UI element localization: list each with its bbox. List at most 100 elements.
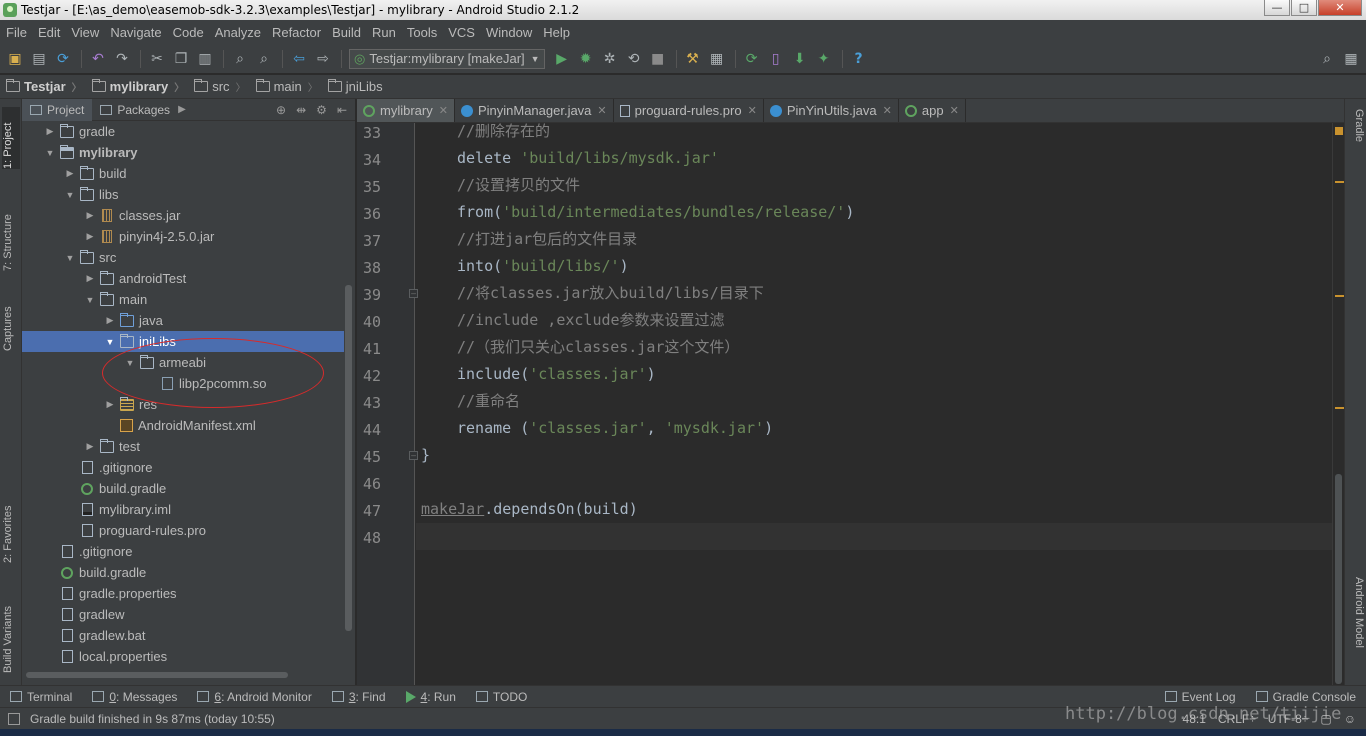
stop-icon[interactable]: ■ bbox=[647, 48, 669, 70]
save-icon[interactable]: ▤ bbox=[28, 48, 50, 70]
menu-window[interactable]: Window bbox=[480, 25, 537, 40]
tree-item-armeabi[interactable]: ▼ armeabi bbox=[22, 352, 344, 373]
search-icon[interactable]: ⌕ bbox=[1316, 48, 1338, 70]
captures-tool-tab[interactable]: Captures bbox=[2, 291, 20, 351]
bottom-tool-todo[interactable]: TODO bbox=[466, 690, 537, 704]
run-configuration-select[interactable]: ◎ Testjar:mylibrary [makeJar] ▼ bbox=[349, 48, 545, 69]
code-line[interactable]: include('classes.jar') bbox=[457, 361, 656, 388]
code-line[interactable]: //重命名 bbox=[457, 388, 520, 415]
breadcrumb-item-mylibrary[interactable]: mylibrary 〉 bbox=[86, 79, 189, 94]
code-area[interactable]: 33 //删除存在的 34 delete 'build/libs/mysdk.jar'… bbox=[357, 123, 1332, 685]
menu-run[interactable]: Run bbox=[366, 25, 401, 40]
menu-help[interactable]: Help bbox=[537, 25, 575, 40]
bottom-tool-event-log[interactable]: Event Log bbox=[1155, 690, 1246, 704]
code-line[interactable]: //删除存在的 bbox=[457, 123, 550, 145]
android-device-monitor-icon[interactable]: ✦ bbox=[813, 48, 835, 70]
expanded-arrow-icon[interactable]: ▼ bbox=[104, 337, 116, 347]
tab-project[interactable]: Project bbox=[22, 98, 93, 121]
breadcrumb-item-src[interactable]: src 〉 bbox=[188, 79, 249, 94]
sync-icon[interactable]: ⟳ bbox=[52, 48, 74, 70]
gradle-tool-tab[interactable]: Gradle bbox=[1347, 109, 1365, 165]
tree-item-classes-jar[interactable]: ▶ classes.jar bbox=[22, 205, 344, 226]
editor-vertical-scrollbar[interactable] bbox=[1335, 474, 1342, 684]
bottom-tool-terminal[interactable]: Terminal bbox=[0, 690, 82, 704]
code-line[interactable]: //include ,exclude参数来设置过滤 bbox=[457, 307, 725, 334]
minimize-button[interactable]: — bbox=[1264, 0, 1290, 16]
collapsed-arrow-icon[interactable]: ▶ bbox=[64, 168, 76, 179]
menu-refactor[interactable]: Refactor bbox=[266, 25, 326, 40]
bottom-tool-messages[interactable]: 0: Messages bbox=[82, 690, 187, 704]
menu-analyze[interactable]: Analyze bbox=[209, 25, 266, 40]
code-line[interactable]: into('build/libs/') bbox=[457, 253, 629, 280]
forward-icon[interactable]: ⇨ bbox=[312, 48, 334, 70]
menu-vcs[interactable]: VCS bbox=[442, 25, 480, 40]
tree-item-src[interactable]: ▼ src bbox=[22, 247, 344, 268]
avd-manager-icon[interactable]: ▯ bbox=[765, 48, 787, 70]
tree-item-main[interactable]: ▼ main bbox=[22, 289, 344, 310]
editor-tab-app[interactable]: app ✕ bbox=[899, 99, 966, 122]
favorites-tool-tab[interactable]: 2: Favorites bbox=[2, 483, 20, 563]
gear-icon[interactable]: ⚙ bbox=[316, 103, 327, 117]
sync-gradle-icon[interactable]: ⟳ bbox=[741, 48, 763, 70]
tree-item-gradle-properties[interactable]: gradle.properties bbox=[22, 583, 344, 604]
editor-tab-proguard-rules-pro[interactable]: proguard-rules.pro ✕ bbox=[614, 99, 764, 122]
code-line[interactable]: from('build/intermediates/bundles/releas… bbox=[457, 199, 854, 226]
close-icon[interactable]: ✕ bbox=[597, 104, 606, 117]
tree-item-androidtest[interactable]: ▶ androidTest bbox=[22, 268, 344, 289]
code-line[interactable] bbox=[416, 523, 1332, 550]
tree-item-mylibrary-iml[interactable]: mylibrary.iml bbox=[22, 499, 344, 520]
scroll-from-source-icon[interactable]: ⊕ bbox=[276, 103, 286, 117]
tree-item-build-gradle[interactable]: build.gradle bbox=[22, 562, 344, 583]
expanded-arrow-icon[interactable]: ▼ bbox=[44, 148, 56, 158]
bottom-tool-gradle-console[interactable]: Gradle Console bbox=[1246, 690, 1366, 704]
fold-marker-icon[interactable]: – bbox=[409, 451, 418, 460]
collapsed-arrow-icon[interactable]: ▶ bbox=[84, 210, 96, 221]
code-line[interactable]: delete 'build/libs/mysdk.jar' bbox=[457, 145, 719, 172]
fold-marker-icon[interactable]: – bbox=[409, 289, 418, 298]
close-icon[interactable]: ✕ bbox=[883, 104, 892, 117]
code-line[interactable]: makeJar.dependsOn(build) bbox=[421, 496, 638, 523]
bottom-tool-run[interactable]: 4: Run bbox=[396, 690, 466, 704]
collapsed-arrow-icon[interactable]: ▶ bbox=[104, 399, 116, 410]
tree-vertical-scrollbar[interactable] bbox=[345, 285, 352, 631]
close-icon[interactable]: ✕ bbox=[950, 104, 959, 117]
tree-item-local-properties[interactable]: local.properties bbox=[22, 646, 344, 667]
debug-icon[interactable]: ✹ bbox=[575, 48, 597, 70]
replace-icon[interactable]: ⌕ bbox=[253, 48, 275, 70]
find-icon[interactable]: ⌕ bbox=[229, 48, 251, 70]
tab-packages[interactable]: Packages bbox=[92, 99, 178, 121]
sdk-manager-icon[interactable]: ⬇ bbox=[789, 48, 811, 70]
tree-item-build-gradle[interactable]: build.gradle bbox=[22, 478, 344, 499]
expanded-arrow-icon[interactable]: ▼ bbox=[64, 190, 76, 200]
code-line[interactable]: } bbox=[421, 442, 430, 469]
close-button[interactable]: ✕ bbox=[1318, 0, 1362, 16]
collapsed-arrow-icon[interactable]: ▶ bbox=[84, 231, 96, 242]
bottom-tool-android-monitor[interactable]: 6: Android Monitor bbox=[187, 690, 321, 704]
collapsed-arrow-icon[interactable]: ▶ bbox=[84, 441, 96, 452]
project-structure-icon[interactable]: ⚒ bbox=[682, 48, 704, 70]
copy-icon[interactable]: ❐ bbox=[170, 48, 192, 70]
tree-item-androidmanifest-xml[interactable]: AndroidManifest.xml bbox=[22, 415, 344, 436]
maximize-button[interactable]: □ bbox=[1291, 0, 1317, 16]
tree-horizontal-scrollbar[interactable] bbox=[26, 672, 288, 678]
tree-item-gradle[interactable]: ▶ gradle bbox=[22, 121, 344, 142]
tool-windows-quick-access-icon[interactable] bbox=[8, 712, 20, 725]
attach-debugger-icon[interactable]: ✲ bbox=[599, 48, 621, 70]
warning-mark[interactable] bbox=[1335, 407, 1344, 409]
tree-item-proguard-rules-pro[interactable]: proguard-rules.pro bbox=[22, 520, 344, 541]
tree-item-mylibrary[interactable]: ▼ mylibrary bbox=[22, 142, 344, 163]
android-model-tool-tab[interactable]: Android Model bbox=[1347, 577, 1365, 677]
tree-item-libs[interactable]: ▼ libs bbox=[22, 184, 344, 205]
undo-icon[interactable]: ↶ bbox=[87, 48, 109, 70]
expanded-arrow-icon[interactable]: ▼ bbox=[84, 295, 96, 305]
apply-changes-icon[interactable]: ⟲ bbox=[623, 48, 645, 70]
menu-edit[interactable]: Edit bbox=[32, 25, 65, 40]
inspector-icon[interactable]: ☺ bbox=[1344, 712, 1356, 726]
structure-tool-tab[interactable]: 7: Structure bbox=[2, 191, 20, 271]
menu-build[interactable]: Build bbox=[326, 25, 366, 40]
open-icon[interactable]: ▣ bbox=[4, 48, 26, 70]
tree-item-res[interactable]: ▶ res bbox=[22, 394, 344, 415]
cut-icon[interactable]: ✂ bbox=[146, 48, 168, 70]
sdk-structure-icon[interactable]: ▦ bbox=[706, 48, 728, 70]
menu-file[interactable]: File bbox=[0, 25, 32, 40]
